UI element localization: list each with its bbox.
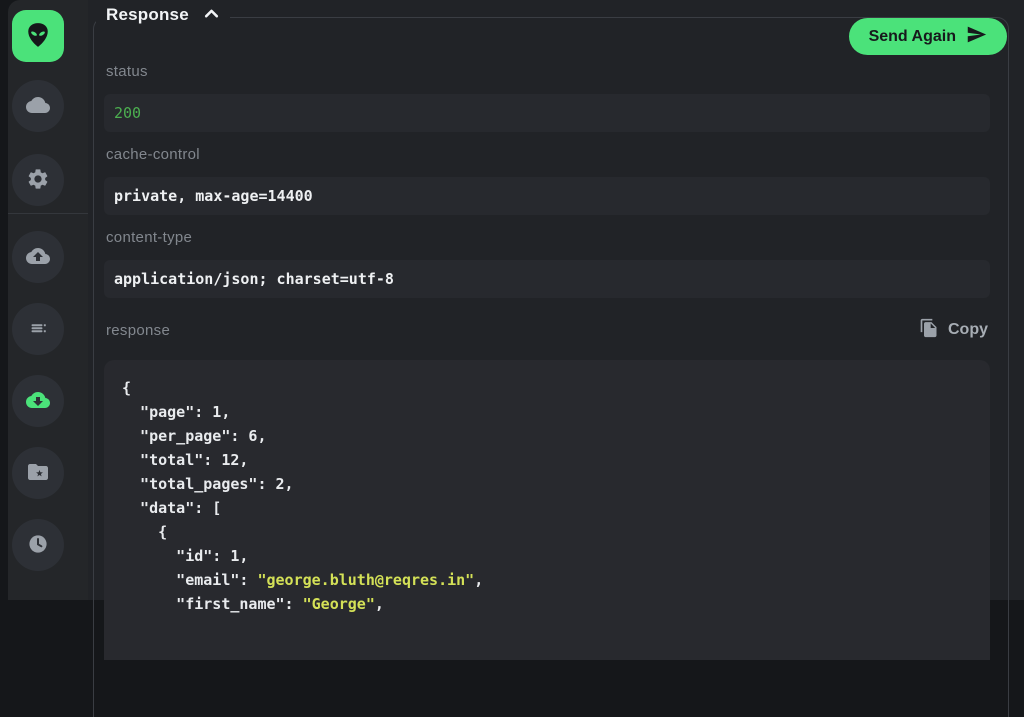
clock-icon <box>26 532 50 559</box>
chevron-up-icon[interactable] <box>203 6 220 25</box>
copy-icon <box>919 318 939 343</box>
content-type-value-box[interactable]: application/json; charset=utf-8 <box>104 260 990 298</box>
cloud-download-icon <box>26 388 50 415</box>
response-label: response <box>106 322 170 339</box>
code-line: "id": 1, <box>122 544 974 568</box>
status-label: status <box>106 63 990 80</box>
cache-control-label: cache-control <box>106 146 990 163</box>
cache-control-value-box[interactable]: private, max-age=14400 <box>104 177 990 215</box>
sidebar <box>8 0 88 600</box>
response-row: response Copy <box>104 318 990 342</box>
cloud-upload-icon <box>26 244 50 271</box>
code-line: "email": "george.bluth@reqres.in", <box>122 568 974 592</box>
cloud-icon <box>26 93 50 120</box>
sidebar-divider <box>8 213 88 214</box>
folder-star-icon <box>26 460 50 487</box>
panel-title: Response <box>106 5 189 25</box>
code-line: "page": 1, <box>122 400 974 424</box>
sidebar-item-collections[interactable] <box>12 447 64 499</box>
code-line: { <box>122 376 974 400</box>
status-value-box[interactable]: 200 <box>104 94 990 132</box>
alien-logo-icon <box>23 20 53 53</box>
send-again-button[interactable]: Send Again <box>849 18 1007 55</box>
code-line: "total": 12, <box>122 448 974 472</box>
content-type-label: content-type <box>106 229 990 246</box>
code-line: "per_page": 6, <box>122 424 974 448</box>
code-line: "total_pages": 2, <box>122 472 974 496</box>
main-content: Response status 200 cache-control privat… <box>88 0 1024 600</box>
sidebar-item-upload[interactable] <box>12 231 64 283</box>
send-again-label: Send Again <box>869 28 956 46</box>
app-logo-button[interactable] <box>12 10 64 62</box>
response-header[interactable]: Response <box>96 5 230 25</box>
response-panel: Response status 200 cache-control privat… <box>93 17 1009 717</box>
sidebar-item-cloud[interactable] <box>12 80 64 132</box>
sidebar-item-settings[interactable] <box>12 154 64 206</box>
code-line: "first_name": "George", <box>122 592 974 616</box>
sidebar-item-history[interactable] <box>12 519 64 571</box>
copy-button[interactable]: Copy <box>917 318 990 343</box>
code-line: "data": [ <box>122 496 974 520</box>
code-line: { <box>122 520 974 544</box>
send-icon <box>966 24 987 50</box>
response-code[interactable]: { "page": 1, "per_page": 6, "total": 12,… <box>104 360 990 660</box>
copy-label: Copy <box>948 321 988 339</box>
gear-icon <box>26 167 50 194</box>
sidebar-item-list[interactable] <box>12 303 64 355</box>
sidebar-item-download[interactable] <box>12 375 64 427</box>
list-icon <box>26 316 50 343</box>
